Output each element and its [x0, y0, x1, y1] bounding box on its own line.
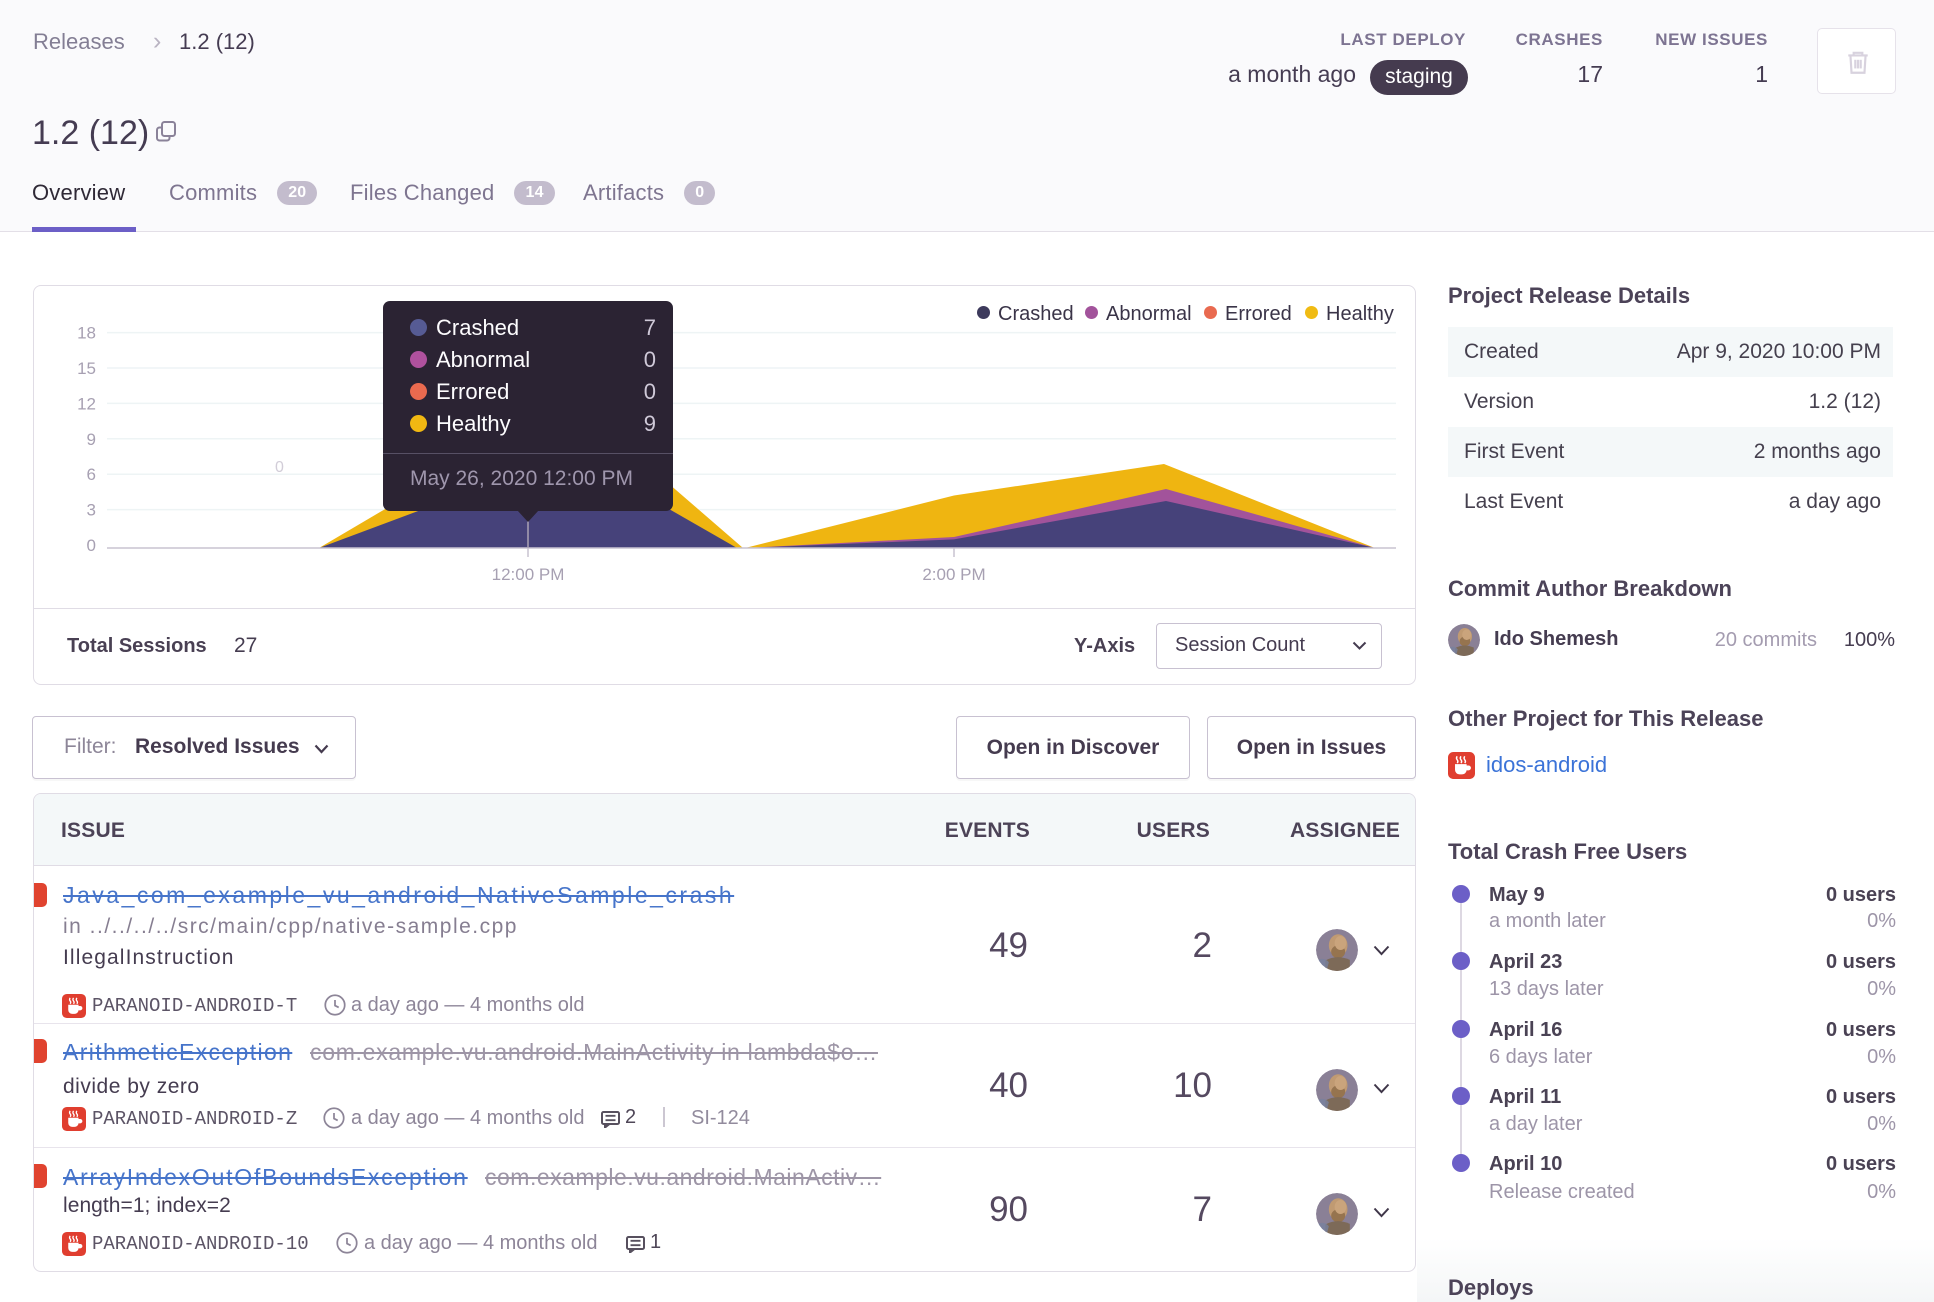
- svg-text:15: 15: [77, 359, 96, 378]
- svg-text:0: 0: [275, 459, 284, 476]
- svg-text:18: 18: [77, 324, 96, 343]
- svg-text:3: 3: [87, 501, 96, 520]
- svg-text:12:00 PM: 12:00 PM: [492, 565, 565, 584]
- svg-text:9: 9: [87, 430, 96, 449]
- svg-text:0: 0: [87, 536, 96, 555]
- svg-text:2:00 PM: 2:00 PM: [922, 565, 985, 584]
- svg-text:6: 6: [87, 465, 96, 484]
- svg-text:12: 12: [77, 394, 96, 413]
